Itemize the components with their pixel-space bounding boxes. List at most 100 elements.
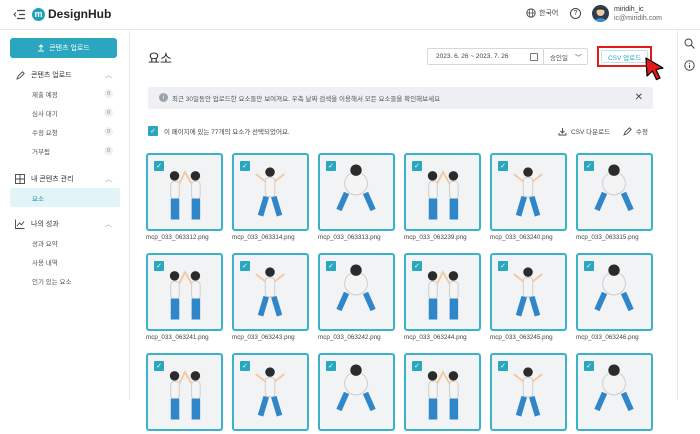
sidebar-item-usage-history[interactable]: 사용 내역 [0,252,130,271]
csv-upload-button[interactable]: CSV 업로드 [601,50,648,63]
sidebar-section-header[interactable]: 나의 성과 ︿ [0,215,130,233]
sidebar-item-label: 인기 있는 요소 [32,278,72,286]
element-checkbox[interactable]: ✓ [154,361,164,371]
search-icon[interactable] [684,38,695,49]
select-all-checkbox[interactable]: ✓ [148,126,158,136]
element-card[interactable]: ✓ mcp_033_063241.png [146,253,223,341]
element-checkbox[interactable]: ✓ [412,261,422,271]
pencil-icon [15,70,25,80]
element-checkbox[interactable]: ✓ [498,161,508,171]
element-thumbnail[interactable]: ✓ [576,153,653,231]
element-checkbox[interactable]: ✓ [584,161,594,171]
element-checkbox[interactable]: ✓ [240,161,250,171]
info-icon: i [159,93,168,102]
element-checkbox[interactable]: ✓ [240,361,250,371]
element-checkbox[interactable]: ✓ [154,161,164,171]
element-thumbnail[interactable]: ✓ [146,353,223,431]
sidebar-item-popular-elements[interactable]: 인기 있는 요소 [0,271,130,290]
element-checkbox[interactable]: ✓ [326,361,336,371]
element-thumbnail[interactable]: ✓ [146,153,223,231]
pencil-icon [623,126,632,136]
info-icon[interactable] [684,60,695,71]
sidebar-item-label: 심사 대기 [32,110,58,118]
sidebar-item-summary[interactable]: 성과 요약 [0,233,130,252]
sidebar-section-label: 나의 성과 [31,221,59,228]
sidebar-section-header[interactable]: 콘텐츠 업로드 ︿ [0,66,130,84]
element-thumbnail[interactable]: ✓ [490,253,567,331]
close-icon[interactable]: ✕ [635,92,643,103]
element-card[interactable]: ✓ mcp_033_063246.png [576,253,653,341]
sort-select[interactable]: 승인일 ﹀ [543,48,588,65]
element-thumbnail[interactable]: ✓ [232,153,309,231]
element-card[interactable]: ✓ mcp_033_063314.png [232,153,309,241]
element-thumbnail[interactable]: ✓ [146,253,223,331]
element-checkbox[interactable]: ✓ [326,161,336,171]
date-range-picker[interactable]: 2023. 6. 26 ~ 2023. 7. 26 [427,48,544,65]
sidebar-item-elements[interactable]: 요소 [10,188,120,207]
element-card[interactable]: ✓ [146,353,223,434]
element-checkbox[interactable]: ✓ [326,261,336,271]
sidebar-section-manage: 내 콘텐츠 관리 ︿ 요소 [0,170,130,207]
element-card[interactable]: ✓ mcp_033_063244.png [404,253,481,341]
element-thumbnail[interactable]: ✓ [576,253,653,331]
sidebar-item-rejected[interactable]: 거부됨 0 [0,141,130,160]
help-icon[interactable]: ? [570,8,581,19]
element-card[interactable]: ✓ [404,353,481,434]
sidebar-item-in-review[interactable]: 심사 대기 0 [0,103,130,122]
element-filename: mcp_033_063241.png [146,334,209,341]
element-thumbnail[interactable]: ✓ [490,153,567,231]
element-thumbnail[interactable]: ✓ [318,353,395,431]
menu-collapse-icon[interactable] [13,9,25,20]
element-card[interactable]: ✓ [576,353,653,434]
top-bar: m DesignHub 한국어 ? miridih_ic ic@miridih.… [0,0,700,30]
element-checkbox[interactable]: ✓ [498,261,508,271]
element-card[interactable]: ✓ mcp_033_063240.png [490,153,567,241]
element-checkbox[interactable]: ✓ [584,361,594,371]
grid-icon [15,174,25,184]
language-label: 한국어 [539,10,559,17]
cursor-arrow-icon [645,57,664,81]
element-thumbnail[interactable]: ✓ [232,353,309,431]
element-card[interactable]: ✓ mcp_033_063312.png [146,153,223,241]
element-thumbnail[interactable]: ✓ [318,253,395,331]
language-selector[interactable]: 한국어 [526,8,558,18]
csv-download-button[interactable]: CSV 다운로드 [558,126,610,136]
sidebar-section-header[interactable]: 내 콘텐츠 관리 ︿ [0,170,130,188]
element-checkbox[interactable]: ✓ [498,361,508,371]
element-checkbox[interactable]: ✓ [584,261,594,271]
element-thumbnail[interactable]: ✓ [232,253,309,331]
element-card[interactable]: ✓ mcp_033_063245.png [490,253,567,341]
sidebar-item-to-submit[interactable]: 제출 예정 0 [0,84,130,103]
element-checkbox[interactable]: ✓ [154,261,164,271]
sidebar-item-label: 제출 예정 [32,91,58,99]
element-card[interactable]: ✓ [490,353,567,434]
sidebar-section-label: 콘텐츠 업로드 [31,72,72,79]
element-card[interactable]: ✓ mcp_033_063239.png [404,153,481,241]
element-card[interactable]: ✓ mcp_033_063243.png [232,253,309,341]
avatar[interactable] [592,5,609,22]
sidebar: 콘텐츠 업로드 콘텐츠 업로드 ︿ 제출 예정 0 심사 대기 0 수정 요청 0 거… [0,30,130,400]
element-card[interactable]: ✓ [318,353,395,434]
element-thumbnail[interactable]: ✓ [318,153,395,231]
element-thumbnail[interactable]: ✓ [404,353,481,431]
element-card[interactable]: ✓ mcp_033_063313.png [318,153,395,241]
element-checkbox[interactable]: ✓ [240,261,250,271]
element-card[interactable]: ✓ mcp_033_063242.png [318,253,395,341]
element-card[interactable]: ✓ mcp_033_063315.png [576,153,653,241]
element-checkbox[interactable]: ✓ [412,361,422,371]
element-thumbnail[interactable]: ✓ [490,353,567,431]
element-thumbnail[interactable]: ✓ [576,353,653,431]
sidebar-item-label: 요소 [32,195,44,203]
sidebar-item-revision-requested[interactable]: 수정 요청 0 [0,122,130,141]
edit-button[interactable]: 수정 [623,126,648,136]
element-filename: mcp_033_063314.png [232,234,295,241]
element-thumbnail[interactable]: ✓ [404,253,481,331]
element-thumbnail[interactable]: ✓ [404,153,481,231]
content-upload-button[interactable]: 콘텐츠 업로드 [10,38,117,58]
user-info[interactable]: miridih_ic ic@miridih.com [614,5,662,23]
app-logo[interactable]: m DesignHub [32,7,111,21]
logo-mark-icon: m [32,7,45,21]
element-card[interactable]: ✓ [232,353,309,434]
user-email: ic@miridih.com [614,15,662,22]
element-checkbox[interactable]: ✓ [412,161,422,171]
